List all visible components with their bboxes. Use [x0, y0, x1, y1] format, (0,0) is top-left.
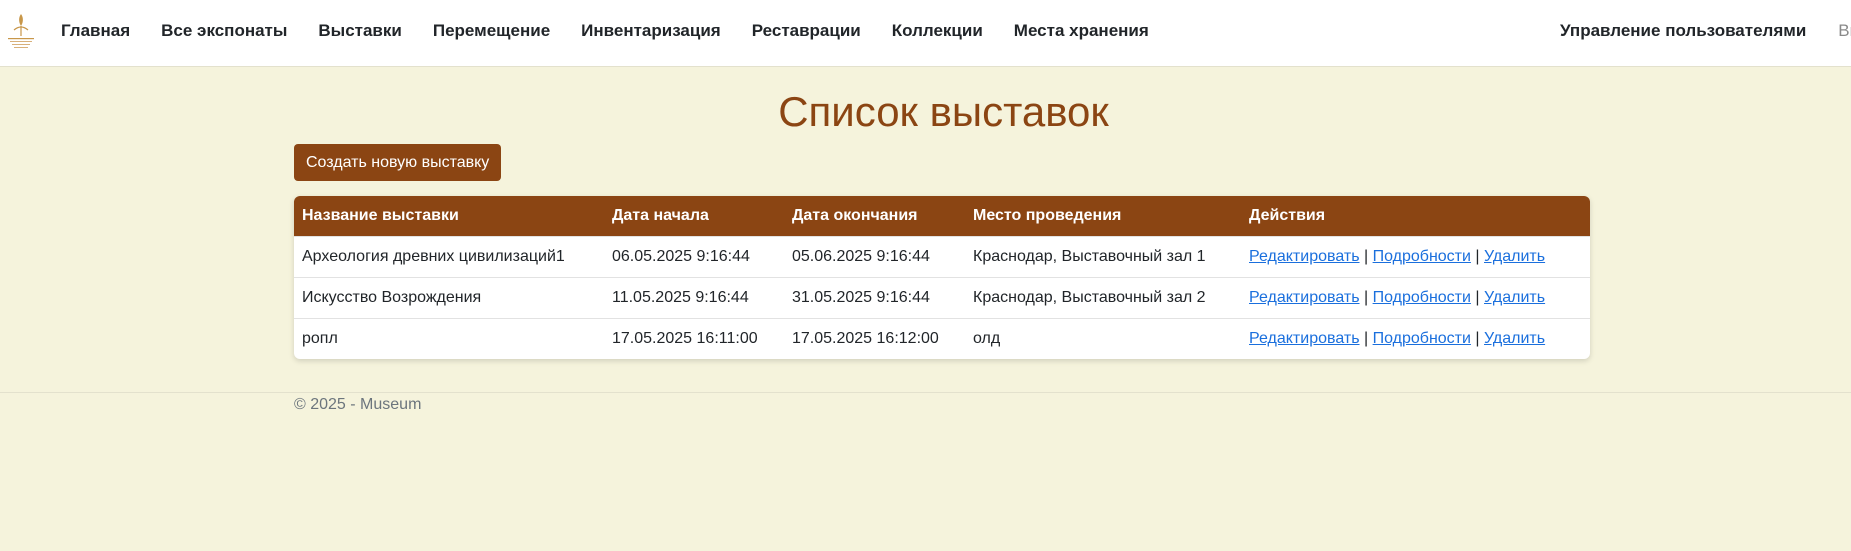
nav-link-user-management[interactable]: Управление пользователями: [1560, 21, 1806, 41]
delete-link[interactable]: Удалить: [1484, 248, 1545, 265]
cell-actions: Редактировать | Подробности | Удалить: [1241, 236, 1590, 277]
cell-name: Археология древних цивилизаций1: [302, 247, 565, 265]
cell-place: Краснодар, Выставочный зал 2: [973, 288, 1206, 306]
header-start-date: Дата начала: [612, 206, 709, 224]
separator: |: [1363, 247, 1369, 265]
table-row: Искусство Возрождения 11.05.2025 9:16:44…: [294, 277, 1590, 318]
exhibitions-table: Название выставки Дата начала Дата оконч…: [294, 196, 1590, 359]
header-name: Название выставки: [302, 206, 459, 224]
header-place: Место проведения: [973, 206, 1122, 224]
cell-start-date: 17.05.2025 16:11:00: [612, 329, 758, 347]
separator: |: [1475, 247, 1480, 265]
nav-link-restorations[interactable]: Реставрации: [752, 21, 861, 41]
header-actions: Действия: [1249, 206, 1326, 224]
nav-link-home[interactable]: Главная: [61, 21, 130, 41]
details-link[interactable]: Подробности: [1373, 289, 1471, 306]
exhibitions-table-container: Название выставки Дата начала Дата оконч…: [294, 196, 1590, 359]
separator: |: [1363, 288, 1369, 306]
create-exhibition-button[interactable]: Создать новую выставку: [294, 144, 502, 181]
edit-link[interactable]: Редактировать: [1249, 289, 1360, 306]
cell-actions: Редактировать | Подробности | Удалить: [1241, 277, 1590, 318]
nav-link-storage-places[interactable]: Места хранения: [1014, 21, 1149, 41]
table-row: ропл 17.05.2025 16:11:00 17.05.2025 16:1…: [294, 318, 1590, 359]
details-link[interactable]: Подробности: [1373, 330, 1471, 347]
separator: |: [1475, 288, 1480, 306]
top-navbar: Главная Все экспонаты Выставки Перемещен…: [0, 0, 1851, 67]
edit-link[interactable]: Редактировать: [1249, 330, 1360, 347]
table-header-row: Название выставки Дата начала Дата оконч…: [294, 196, 1590, 236]
cell-start-date: 11.05.2025 9:16:44: [612, 288, 749, 306]
header-end-date: Дата окончания: [792, 206, 918, 224]
cell-actions: Редактировать | Подробности | Удалить: [1241, 318, 1590, 359]
cell-end-date: 17.05.2025 16:12:00: [792, 329, 939, 347]
nav-link-exhibitions[interactable]: Выставки: [318, 21, 401, 41]
delete-link[interactable]: Удалить: [1484, 289, 1545, 306]
nav-link-inventory[interactable]: Инвентаризация: [581, 21, 721, 41]
details-link[interactable]: Подробности: [1373, 248, 1471, 265]
table-row: Археология древних цивилизаций1 06.05.20…: [294, 236, 1590, 277]
cell-end-date: 05.06.2025 9:16:44: [792, 247, 930, 265]
cell-place: олд: [973, 329, 1001, 347]
footer-copyright: © 2025 - Museum: [294, 396, 422, 413]
cell-name: ропл: [302, 329, 338, 347]
nav-link-logout[interactable]: Вый: [1838, 21, 1851, 41]
nav-right: Управление пользователями Вый: [1560, 0, 1851, 62]
separator: |: [1475, 329, 1480, 347]
footer-divider: [0, 392, 1851, 393]
cell-name: Искусство Возрождения: [302, 288, 482, 306]
main-nav: Главная Все экспонаты Выставки Перемещен…: [61, 0, 1180, 62]
museum-logo-icon[interactable]: [2, 10, 40, 54]
nav-link-movement[interactable]: Перемещение: [433, 21, 550, 41]
cell-start-date: 06.05.2025 9:16:44: [612, 247, 750, 265]
page-title: Список выставок: [778, 88, 1109, 135]
separator: |: [1363, 329, 1369, 347]
nav-link-all-exhibits[interactable]: Все экспонаты: [161, 21, 287, 41]
cell-end-date: 31.05.2025 9:16:44: [792, 288, 930, 306]
delete-link[interactable]: Удалить: [1484, 330, 1545, 347]
cell-place: Краснодар, Выставочный зал 1: [973, 247, 1206, 265]
edit-link[interactable]: Редактировать: [1249, 248, 1360, 265]
nav-link-collections[interactable]: Коллекции: [892, 21, 983, 41]
